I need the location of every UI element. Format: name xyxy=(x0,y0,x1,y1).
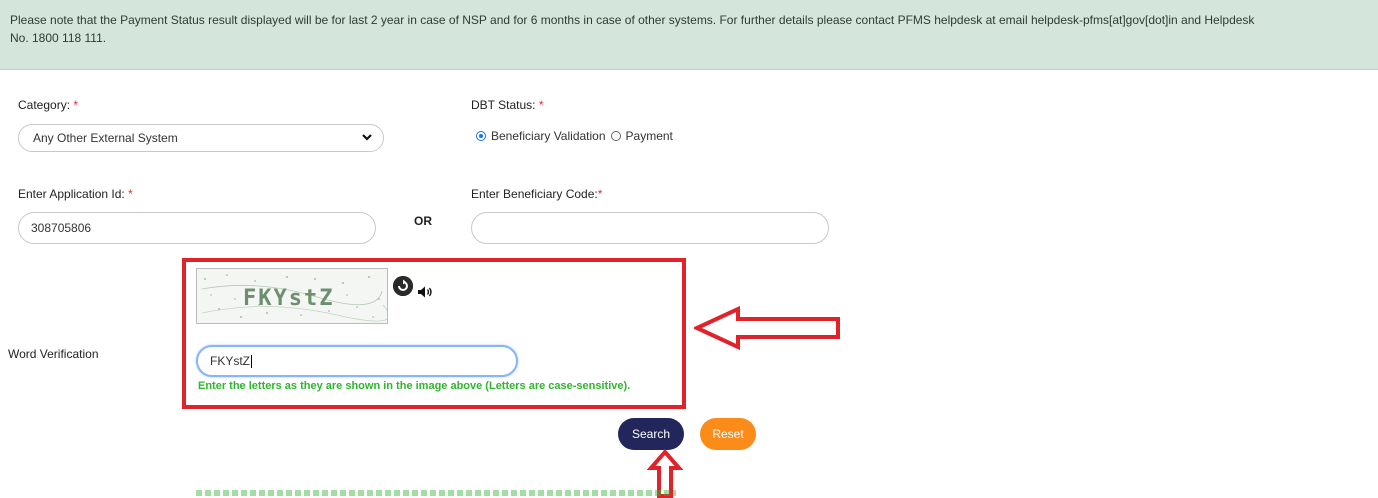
audio-icon[interactable] xyxy=(417,285,433,299)
arrow-left-icon xyxy=(692,305,842,356)
text-caret xyxy=(251,355,253,369)
application-id-value: 308705806 xyxy=(31,221,92,235)
captcha-image: FKYstZ xyxy=(196,268,388,324)
beneficiary-code-label: Enter Beneficiary Code:* xyxy=(471,187,602,201)
reset-button[interactable]: Reset xyxy=(700,418,756,450)
category-label: Category: * xyxy=(18,98,78,112)
word-verification-label: Word Verification xyxy=(8,347,99,361)
required-mark: * xyxy=(128,187,133,201)
or-separator: OR xyxy=(414,214,432,228)
payment-status-form: Please note that the Payment Status resu… xyxy=(0,0,1378,498)
application-id-input[interactable]: 308705806 xyxy=(18,212,376,244)
beneficiary-validation-label[interactable]: Beneficiary Validation xyxy=(491,129,606,143)
application-id-label: Enter Application Id: * xyxy=(18,187,133,201)
required-mark: * xyxy=(73,98,79,112)
captcha-noise: FKYstZ xyxy=(201,274,387,322)
captcha-input[interactable]: FKYstZ xyxy=(196,345,518,377)
captcha-input-value: FKYstZ xyxy=(210,354,251,368)
beneficiary-code-input[interactable] xyxy=(471,212,829,244)
cut-off-text-fragment xyxy=(196,490,676,496)
category-select[interactable]: Any Other External System xyxy=(18,124,384,152)
captcha-text: FKYstZ xyxy=(243,286,334,311)
notice-banner: Please note that the Payment Status resu… xyxy=(0,0,1378,70)
notice-line-1: Please note that the Payment Status resu… xyxy=(10,13,1255,27)
category-selected-value: Any Other External System xyxy=(33,131,178,145)
chevron-down-icon xyxy=(361,125,373,160)
required-mark: * xyxy=(538,98,544,112)
dbt-status-radio-group: Beneficiary Validation Payment xyxy=(476,129,673,143)
search-button[interactable]: Search xyxy=(618,418,684,450)
refresh-icon[interactable] xyxy=(393,276,413,296)
required-mark: * xyxy=(597,187,603,201)
category-label-text: Category: xyxy=(18,98,71,112)
application-id-label-text: Enter Application Id: xyxy=(18,187,125,201)
captcha-hint: Enter the letters as they are shown in t… xyxy=(198,380,631,392)
cut-off-footer-text xyxy=(196,490,696,498)
beneficiary-code-label-text: Enter Beneficiary Code: xyxy=(471,187,598,201)
beneficiary-validation-radio[interactable] xyxy=(476,131,486,141)
payment-radio[interactable] xyxy=(610,131,621,141)
dbt-status-label: DBT Status: * xyxy=(471,98,544,112)
dbt-status-label-text: DBT Status: xyxy=(471,98,536,112)
payment-label[interactable]: Payment xyxy=(626,129,673,143)
